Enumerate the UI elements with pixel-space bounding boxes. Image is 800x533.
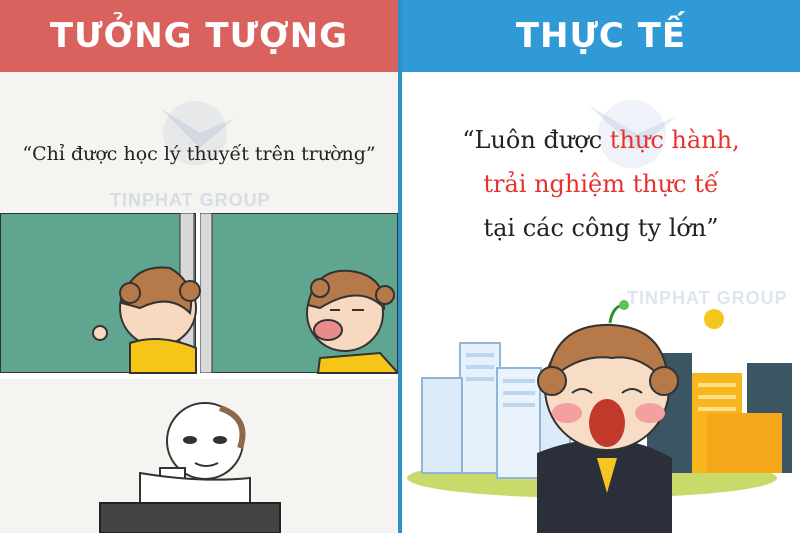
left-header: TƯỞNG TƯỢNG	[0, 0, 398, 72]
right-quote-line1-prefix: “Luôn được	[462, 126, 610, 154]
right-quote-line3: tại các công ty lớn”	[483, 214, 719, 242]
left-watermark: TINPHAT GROUP	[110, 190, 271, 210]
right-quote-line1: “Luôn được thực hành,	[402, 118, 800, 162]
right-panel: THỰC TẾ “Luôn được thực hành, trải nghiệ…	[402, 0, 800, 533]
right-quote-line2: trải nghiệm thực tế	[483, 170, 719, 198]
right-header: THỰC TẾ	[402, 0, 800, 72]
left-quote: “Chỉ được học lý thuyết trên trường”	[22, 143, 376, 165]
city-illustration-right	[407, 300, 792, 533]
right-quote-line1-highlight: thực hành,	[609, 126, 740, 154]
right-quote: “Luôn được thực hành, trải nghiệm thực t…	[402, 118, 800, 250]
comic-illustration-left	[0, 213, 398, 533]
right-title: THỰC TẾ	[515, 16, 687, 56]
left-title: TƯỞNG TƯỢNG	[49, 16, 349, 56]
left-panel: TƯỞNG TƯỢNG “Chỉ được học lý thuyết trên…	[0, 0, 398, 533]
